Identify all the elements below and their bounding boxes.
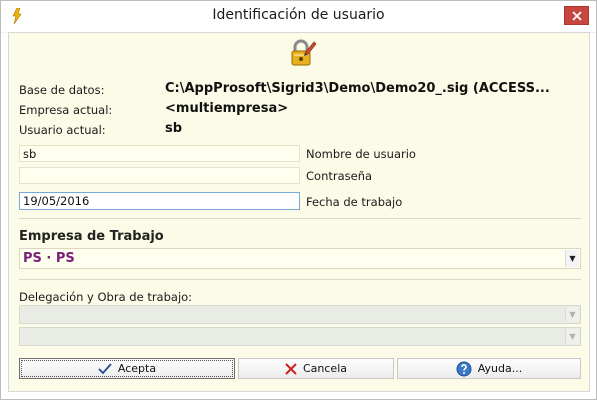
empresa-selected-value: PS · PS (23, 251, 75, 266)
delegacion-select[interactable]: ▼ (19, 305, 581, 324)
empresa-select[interactable]: PS · PS ▼ (19, 248, 581, 269)
accept-label: Acepta (117, 362, 157, 375)
accept-button[interactable]: Acepta (19, 358, 235, 379)
password-input[interactable] (19, 167, 300, 184)
date-label: Fecha de trabajo (306, 195, 403, 209)
help-question-icon (456, 361, 472, 377)
username-label: Nombre de usuario (306, 147, 416, 161)
company-label: Empresa actual: (19, 103, 113, 117)
close-icon (571, 10, 582, 21)
username-input[interactable]: sb (19, 145, 300, 162)
padlock-pencil-icon (288, 39, 317, 67)
title-bar[interactable]: Identificación de usuario (1, 1, 596, 33)
window-title: Identificación de usuario (212, 7, 385, 23)
help-label: Ayuda... (477, 362, 523, 375)
dialog-body: Base de datos: C:\AppProsoft\Sigrid3\Dem… (8, 32, 590, 392)
company-value: <multiempresa> (165, 101, 289, 116)
checkmark-icon (98, 362, 112, 375)
separator (19, 218, 581, 219)
user-value: sb (165, 121, 183, 136)
delegacion-label: Delegación y Obra de trabajo: (19, 290, 193, 304)
date-input[interactable]: 19/05/2016 (19, 192, 300, 210)
user-label: Usuario actual: (19, 123, 106, 137)
dropdown-arrow-icon[interactable]: ▼ (565, 307, 579, 322)
close-button[interactable] (564, 6, 589, 25)
cancel-button[interactable]: Cancela (238, 358, 394, 379)
dropdown-arrow-icon[interactable]: ▼ (565, 250, 579, 267)
empresa-section-title: Empresa de Trabajo (19, 229, 164, 244)
obra-select[interactable]: ▼ (19, 327, 581, 346)
dropdown-arrow-icon[interactable]: ▼ (565, 329, 579, 344)
red-x-icon (285, 362, 297, 375)
cancel-label: Cancela (302, 362, 347, 375)
help-button[interactable]: Ayuda... (397, 358, 581, 379)
separator (19, 279, 581, 280)
password-label: Contraseña (306, 169, 373, 183)
database-value: C:\AppProsoft\Sigrid3\Demo\Demo20_.sig (… (165, 81, 550, 96)
database-label: Base de datos: (19, 83, 105, 97)
dialog-window: Identificación de usuario Base de datos:… (0, 0, 597, 400)
